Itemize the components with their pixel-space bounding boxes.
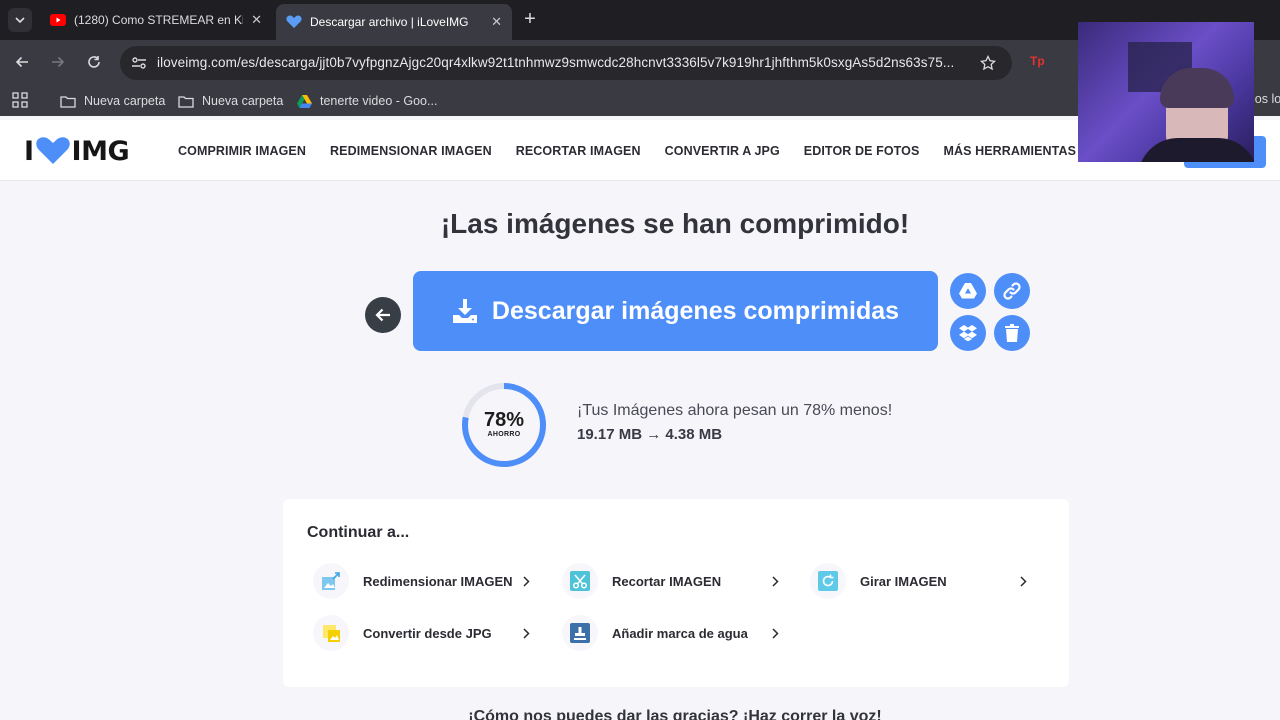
reload-icon[interactable] (82, 50, 106, 74)
nav-redimensionar-imagen[interactable]: REDIMENSIONAR IMAGEN (330, 144, 492, 158)
back-arrow-icon[interactable] (10, 50, 34, 74)
dropbox-icon (959, 325, 977, 341)
new-tab-button[interactable]: + (518, 8, 542, 32)
heart-logo-icon (35, 137, 70, 164)
nav-editor-de-fotos[interactable]: EDITOR DE FOTOS (804, 144, 920, 158)
resize-icon (313, 563, 349, 599)
close-tab-icon[interactable]: ✕ (491, 14, 502, 30)
forward-arrow-icon[interactable] (46, 50, 70, 74)
bookmark-label: Nueva carpeta (84, 94, 166, 108)
youtube-icon (50, 12, 66, 28)
browser-tab-youtube[interactable]: (1280) Como STREMEAR en Kick ✕ (40, 6, 272, 34)
nav-mas-herramientas[interactable]: MÁS HERRAMIENTAS (943, 144, 1094, 158)
nav-more-label: MÁS HERRAMIENTAS (943, 144, 1077, 158)
download-button-label: Descargar imágenes comprimidas (491, 296, 900, 325)
continue-title: Continuar a... (307, 524, 410, 541)
savings-caption: AHORRO (487, 431, 521, 438)
tool-label: Recortar IMAGEN (612, 573, 722, 589)
webcam-overlay (1078, 22, 1254, 162)
iloveimg-heart-icon (286, 14, 302, 30)
tool-label: Girar IMAGEN (860, 573, 947, 589)
close-tab-icon[interactable]: ✕ (251, 12, 262, 28)
watermark-icon (562, 615, 598, 651)
nav-convertir-a-jpg[interactable]: CONVERTIR A JPG (665, 144, 780, 158)
download-icon (452, 299, 477, 323)
webcam-person-hair (1160, 68, 1234, 108)
image-convert-icon (313, 615, 349, 651)
tool-convertir-desde-jpg[interactable]: Convertir desde JPG (313, 615, 535, 651)
page-title: ¡Las imágenes se han comprimido! (440, 208, 910, 239)
url-text[interactable]: iloveimg.com/es/descarga/jjt0b7vyfpgnzAj… (157, 55, 972, 70)
save-to-google-drive-button[interactable] (950, 273, 986, 309)
delete-files-button[interactable] (994, 315, 1030, 351)
scissors-icon (562, 563, 598, 599)
webcam-person-body (1138, 138, 1254, 162)
tool-recortar-imagen[interactable]: Recortar IMAGEN (562, 563, 784, 599)
tab-title: Descargar archivo | iLoveIMG (310, 15, 469, 29)
bookmark-label: Nueva carpeta (202, 94, 284, 108)
bookmark-label: tenerte video - Goo... (320, 94, 438, 108)
browser-tab-iloveimg[interactable]: Descargar archivo | iLoveIMG ✕ (276, 4, 512, 40)
extension-tp-icon[interactable]: Tp (1030, 54, 1048, 72)
google-drive-icon (959, 283, 977, 299)
bookmark-item[interactable]: tenerte video - Goo... (296, 92, 437, 110)
tab-title: (1280) Como STREMEAR en Kick (74, 13, 244, 27)
link-icon (1003, 282, 1021, 300)
file-size-comparison: 19.17 MB → 4.38 MB (577, 426, 723, 443)
folder-icon (178, 94, 194, 108)
google-drive-icon (296, 94, 312, 108)
bookmark-overflow-label[interactable]: los lo (1252, 92, 1280, 106)
share-cta-heading: ¡Cómo nos puedes dar las gracias? ¡Haz c… (468, 708, 882, 720)
bookmark-item[interactable]: Nueva carpeta (178, 92, 283, 110)
save-to-dropbox-button[interactable] (950, 315, 986, 351)
nav-comprimir-imagen[interactable]: COMPRIMIR IMAGEN (178, 144, 306, 158)
chevron-right-icon (1020, 575, 1032, 587)
tool-label: Añadir marca de agua (612, 625, 748, 641)
trash-icon (1005, 324, 1019, 342)
share-link-button[interactable] (994, 273, 1030, 309)
logo-text-right: IMG (71, 135, 130, 167)
arrow-left-icon (375, 308, 390, 322)
logo-text-left: I (24, 135, 34, 167)
tool-girar-imagen[interactable]: Girar IMAGEN (810, 563, 1032, 599)
folder-icon (60, 94, 76, 108)
bookmark-star-icon[interactable] (978, 53, 998, 73)
tool-anadir-marca-de-agua[interactable]: Añadir marca de agua (562, 615, 784, 651)
bookmark-item[interactable]: Nueva carpeta (60, 92, 165, 110)
apps-grid-icon[interactable] (12, 92, 28, 108)
chevron-right-icon (523, 575, 535, 587)
iloveimg-logo[interactable]: I IMG (24, 135, 130, 167)
tool-label: Redimensionar IMAGEN (363, 573, 513, 589)
main-nav: COMPRIMIR IMAGEN REDIMENSIONAR IMAGEN RE… (178, 144, 1118, 158)
savings-percent: 78% (483, 409, 525, 431)
nav-recortar-imagen[interactable]: RECORTAR IMAGEN (516, 144, 641, 158)
tool-redimensionar-imagen[interactable]: Redimensionar IMAGEN (313, 563, 535, 599)
rotate-icon (810, 563, 846, 599)
chevron-right-icon (772, 575, 784, 587)
back-button[interactable] (365, 297, 401, 333)
savings-ring-label: 78% AHORRO (461, 409, 547, 438)
chevron-down-icon (15, 17, 25, 23)
continue-card: Continuar a... Redimensionar IMAGEN Reco… (283, 499, 1069, 687)
site-settings-icon[interactable] (128, 52, 150, 74)
download-button[interactable]: Descargar imágenes comprimidas (413, 271, 938, 351)
tab-search-button[interactable] (8, 8, 32, 32)
chevron-right-icon (523, 627, 535, 639)
address-bar[interactable]: iloveimg.com/es/descarga/jjt0b7vyfpgnzAj… (120, 46, 1012, 80)
tool-label: Convertir desde JPG (363, 625, 492, 641)
savings-message: ¡Tus Imágenes ahora pesan un 78% menos! (577, 402, 893, 419)
chevron-right-icon (772, 627, 784, 639)
